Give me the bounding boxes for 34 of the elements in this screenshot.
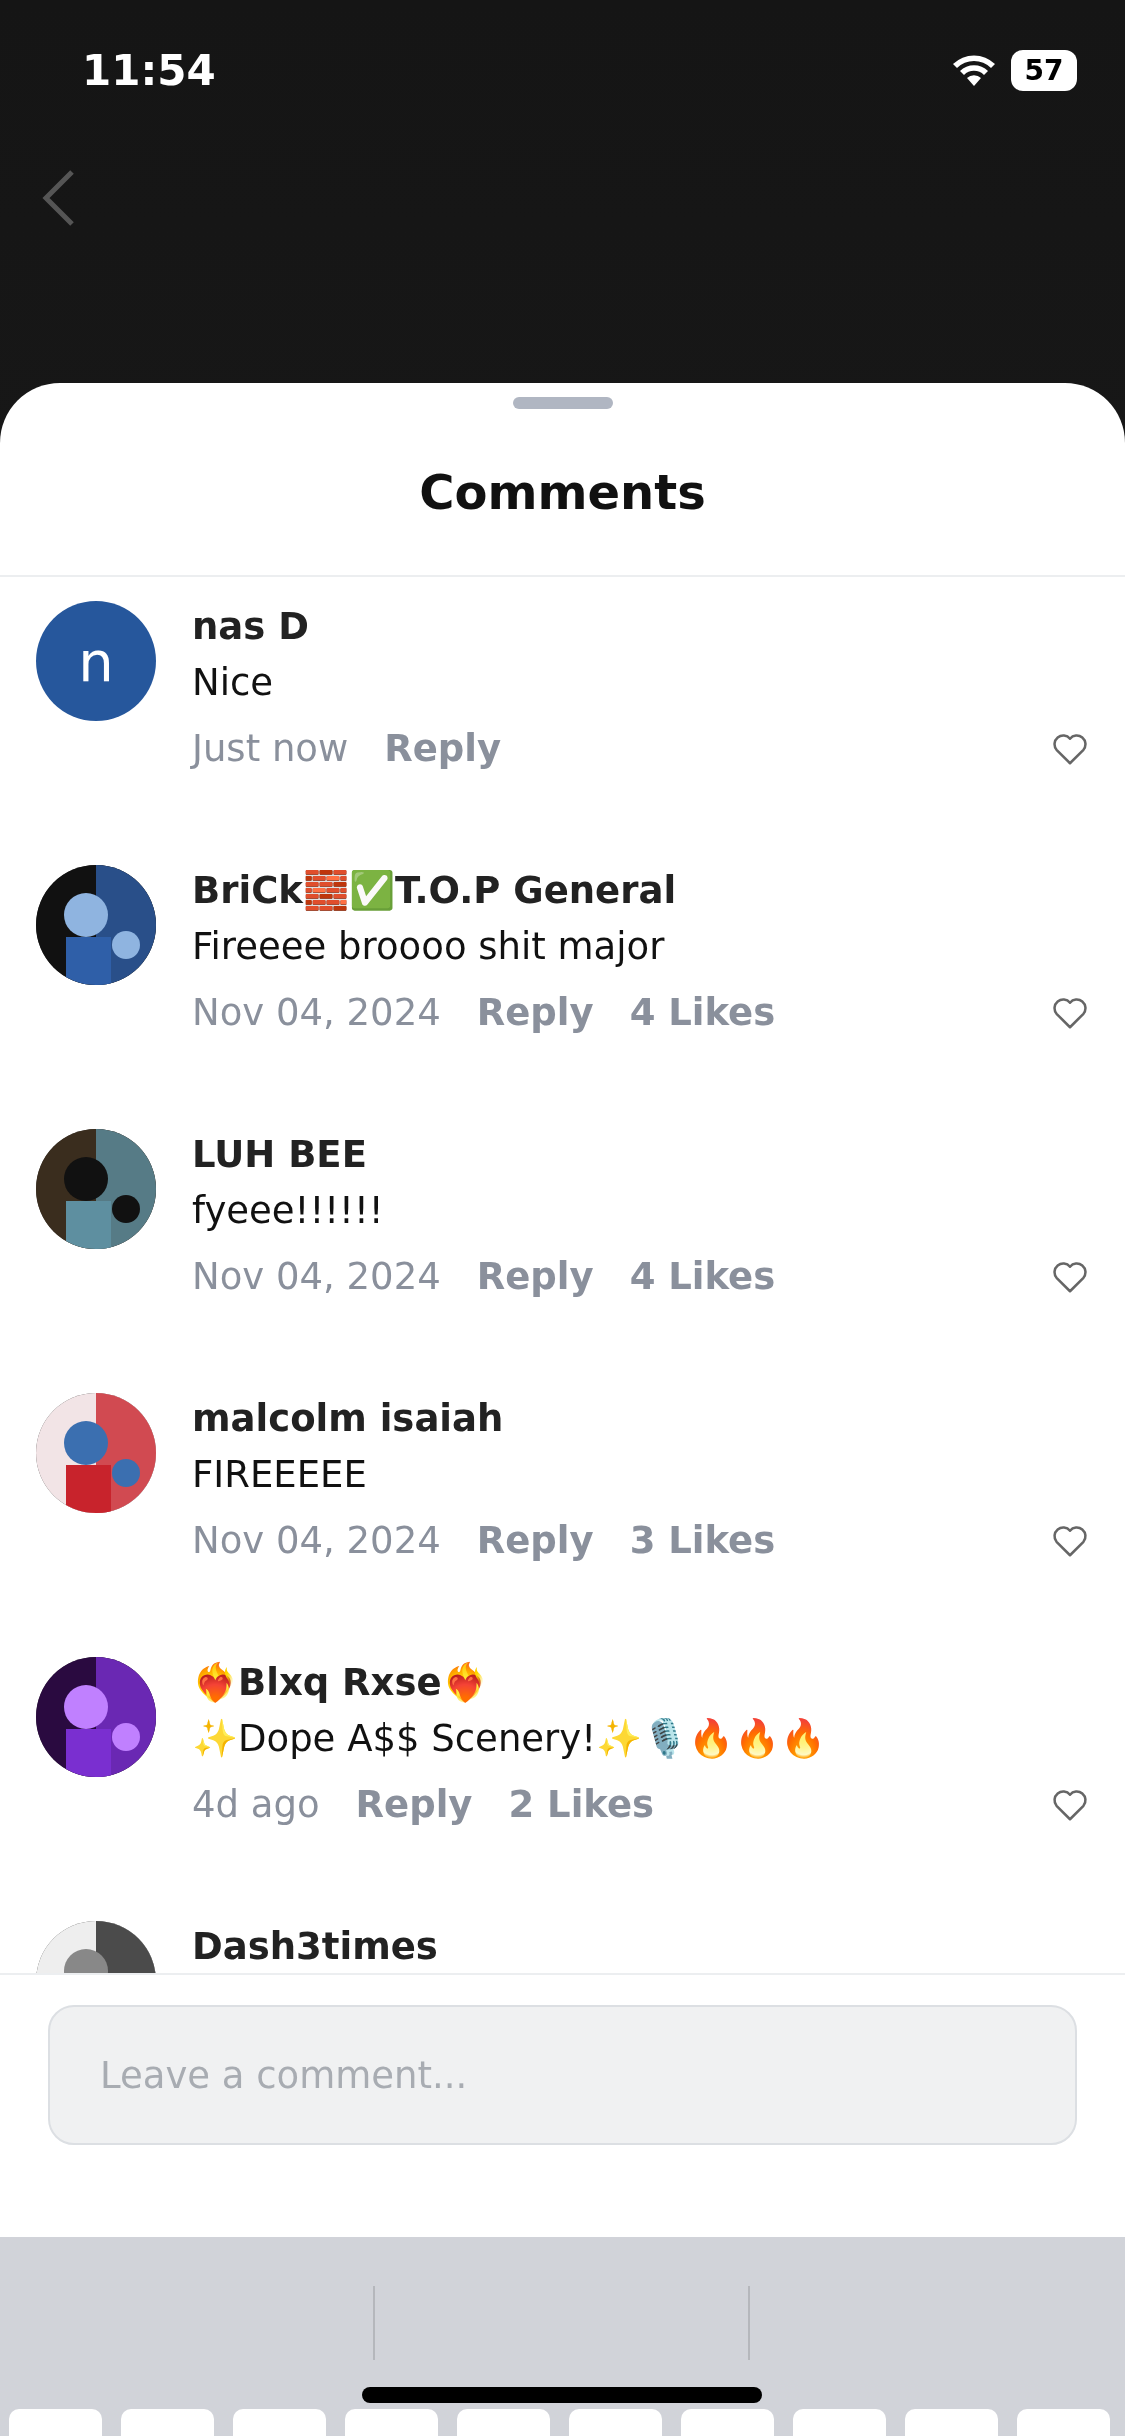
comment-text: ✨Dope A$$ Scenery!✨🎙🔥🔥🔥 xyxy=(192,1716,828,1762)
home-indicator[interactable] xyxy=(362,2387,762,2403)
avatar[interactable]: n xyxy=(36,601,156,721)
comment-text: Nice xyxy=(192,660,275,706)
reply-link[interactable]: Reply xyxy=(476,1519,594,1562)
comment-time: Nov 04, 2024 xyxy=(192,991,441,1034)
comment-time: Nov 04, 2024 xyxy=(192,1255,441,1298)
back-icon[interactable] xyxy=(40,168,76,228)
commenter-name[interactable]: nas D xyxy=(192,601,1089,653)
likes-count[interactable]: 2 Likes xyxy=(508,1783,655,1826)
comment-text: FIREEEEE xyxy=(192,1452,368,1498)
status-time: 11:54 xyxy=(82,45,216,95)
reply-link[interactable]: Reply xyxy=(476,1255,594,1298)
sheet-title: Comments xyxy=(418,463,707,522)
likes-count[interactable]: 4 Likes xyxy=(629,991,776,1034)
commenter-name[interactable]: malcolm isaiah xyxy=(192,1393,1089,1445)
comment-text: fyeee!!!!!! xyxy=(192,1188,385,1234)
drag-handle[interactable] xyxy=(512,397,613,409)
reply-link[interactable]: Reply xyxy=(355,1783,473,1826)
reply-link[interactable]: Reply xyxy=(476,991,594,1034)
commenter-name[interactable]: Dash3times xyxy=(192,1921,1089,1973)
wifi-icon xyxy=(951,52,997,88)
commenter-name[interactable]: ❤‍🔥Blxq Rxse❤‍🔥 xyxy=(192,1657,1089,1709)
comment-field[interactable]: Leave a comment... xyxy=(48,2005,1077,2145)
commenter-name[interactable]: LUH BEE xyxy=(192,1129,1089,1181)
comment-text: Fireeee broooo shit major xyxy=(192,924,666,970)
comment-time: 4d ago xyxy=(192,1783,320,1826)
battery-indicator: 57 xyxy=(1011,49,1077,91)
comment-time: Just now xyxy=(192,727,349,770)
comment-time: Nov 04, 2024 xyxy=(192,1519,441,1562)
likes-count[interactable]: 3 Likes xyxy=(629,1519,776,1562)
commenter-name[interactable]: BriCk🧱✅T.O.P General xyxy=(192,865,1089,917)
likes-count[interactable]: 4 Likes xyxy=(629,1255,776,1298)
reply-link[interactable]: Reply xyxy=(384,727,502,770)
